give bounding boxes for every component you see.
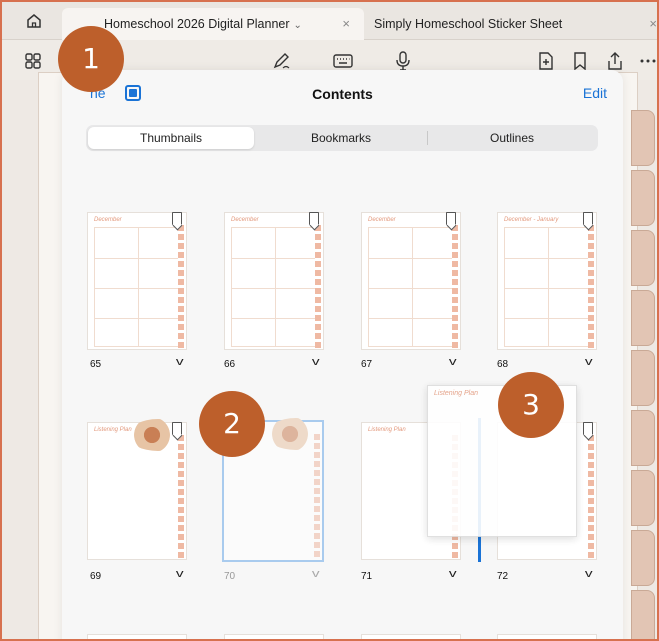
mini-side-tabs	[588, 225, 594, 349]
close-tab-icon[interactable]: ×	[342, 8, 350, 40]
page-thumbnail-68[interactable]: December - January	[497, 212, 597, 350]
page-thumbnail-65[interactable]: December	[87, 212, 187, 350]
page-thumbnail-partial[interactable]	[497, 634, 597, 639]
thumbnail-header: Listening Plan	[94, 427, 132, 433]
contents-header: ne Contents Edit	[62, 70, 623, 118]
page-number: 69	[90, 571, 102, 582]
more-icon[interactable]	[638, 50, 658, 72]
chevron-down-icon[interactable]: v	[585, 568, 593, 580]
page-number: 67	[361, 359, 373, 370]
bookmark-icon[interactable]	[172, 212, 182, 225]
tab-outlines[interactable]: Outlines	[428, 127, 596, 149]
side-tab[interactable]	[631, 410, 655, 466]
side-tab[interactable]	[631, 110, 655, 166]
bookmark-icon[interactable]	[583, 212, 593, 225]
side-tab[interactable]	[631, 290, 655, 346]
thumbnail-header: December - January	[504, 217, 559, 223]
app-window: Homeschool 2026 Digital Planner ⌄ × Simpl…	[0, 0, 659, 641]
page-thumbnail-66[interactable]: December	[224, 212, 324, 350]
bookmark-icon[interactable]	[309, 212, 319, 225]
side-tab[interactable]	[631, 350, 655, 406]
segmented-control: Thumbnails Bookmarks Outlines	[86, 125, 598, 151]
page-thumbnail-partial[interactable]	[224, 634, 324, 639]
home-icon[interactable]	[24, 11, 44, 31]
page-thumbnail-69[interactable]: Listening Plan	[87, 419, 188, 560]
bookmark-icon[interactable]	[172, 422, 182, 435]
side-tab[interactable]	[631, 530, 655, 586]
chevron-down-icon[interactable]: v	[449, 568, 457, 580]
planner-side-tabs	[631, 102, 657, 639]
page-thumbnail-partial[interactable]	[361, 634, 461, 639]
tab-thumbnails[interactable]: Thumbnails	[88, 127, 254, 149]
callout-1: 1	[58, 26, 124, 92]
pen-icon[interactable]	[270, 50, 292, 72]
chevron-down-icon[interactable]: v	[585, 356, 593, 368]
side-tab[interactable]	[631, 230, 655, 286]
add-page-icon[interactable]	[535, 50, 557, 72]
bookmark-icon[interactable]	[569, 50, 591, 72]
mini-side-tabs	[314, 434, 320, 558]
tab-planner-label: Homeschool 2026 Digital Planner	[104, 17, 290, 31]
calendar-grid	[231, 227, 317, 347]
side-tab[interactable]	[631, 590, 655, 639]
page-number: 66	[224, 359, 236, 370]
tab-sticker-sheet[interactable]: Simply Homeschool Sticker Sheet ×	[366, 8, 657, 40]
mini-side-tabs	[588, 435, 594, 559]
chevron-down-icon[interactable]: v	[312, 356, 320, 368]
side-tab[interactable]	[631, 170, 655, 226]
chevron-down-icon[interactable]: v	[449, 356, 457, 368]
thumbnail-header: December	[368, 217, 396, 223]
page-number: 70	[224, 571, 236, 582]
thumbnail-header: Listening Plan	[368, 427, 406, 433]
chevron-down-icon[interactable]: v	[176, 356, 184, 368]
edit-button[interactable]: Edit	[583, 85, 607, 101]
thumbnail-header: December	[231, 217, 259, 223]
mini-side-tabs	[315, 225, 321, 349]
page-number: 72	[497, 571, 509, 582]
close-tab-icon[interactable]: ×	[649, 8, 657, 40]
chevron-down-icon[interactable]: ⌄	[294, 20, 302, 31]
chevron-down-icon[interactable]: v	[312, 568, 320, 580]
chevron-down-icon[interactable]: v	[176, 568, 184, 580]
mini-side-tabs	[452, 225, 458, 349]
keyboard-icon[interactable]	[332, 50, 354, 72]
callout-3: 3	[498, 372, 564, 438]
page-number: 71	[361, 571, 373, 582]
dragged-page-header: Listening Plan	[434, 390, 478, 397]
callout-2: 2	[199, 391, 265, 457]
calendar-grid	[368, 227, 454, 347]
page-thumbnail-partial[interactable]	[87, 634, 187, 639]
mini-side-tabs	[178, 435, 184, 559]
share-icon[interactable]	[604, 50, 626, 72]
page-number: 65	[90, 359, 102, 370]
grid-view-icon[interactable]	[22, 50, 44, 72]
microphone-icon[interactable]	[392, 50, 414, 72]
page-thumbnail-67[interactable]: December	[361, 212, 461, 350]
tab-sticker-sheet-label: Simply Homeschool Sticker Sheet	[374, 17, 563, 31]
calendar-grid	[94, 227, 180, 347]
calendar-grid	[504, 227, 590, 347]
tab-bookmarks[interactable]: Bookmarks	[256, 127, 426, 149]
thumbnail-header: December	[94, 217, 122, 223]
page-number: 68	[497, 359, 509, 370]
bookmark-icon[interactable]	[446, 212, 456, 225]
bookmark-icon[interactable]	[583, 422, 593, 435]
contents-title: Contents	[312, 86, 373, 102]
mini-side-tabs	[178, 225, 184, 349]
side-tab[interactable]	[631, 470, 655, 526]
